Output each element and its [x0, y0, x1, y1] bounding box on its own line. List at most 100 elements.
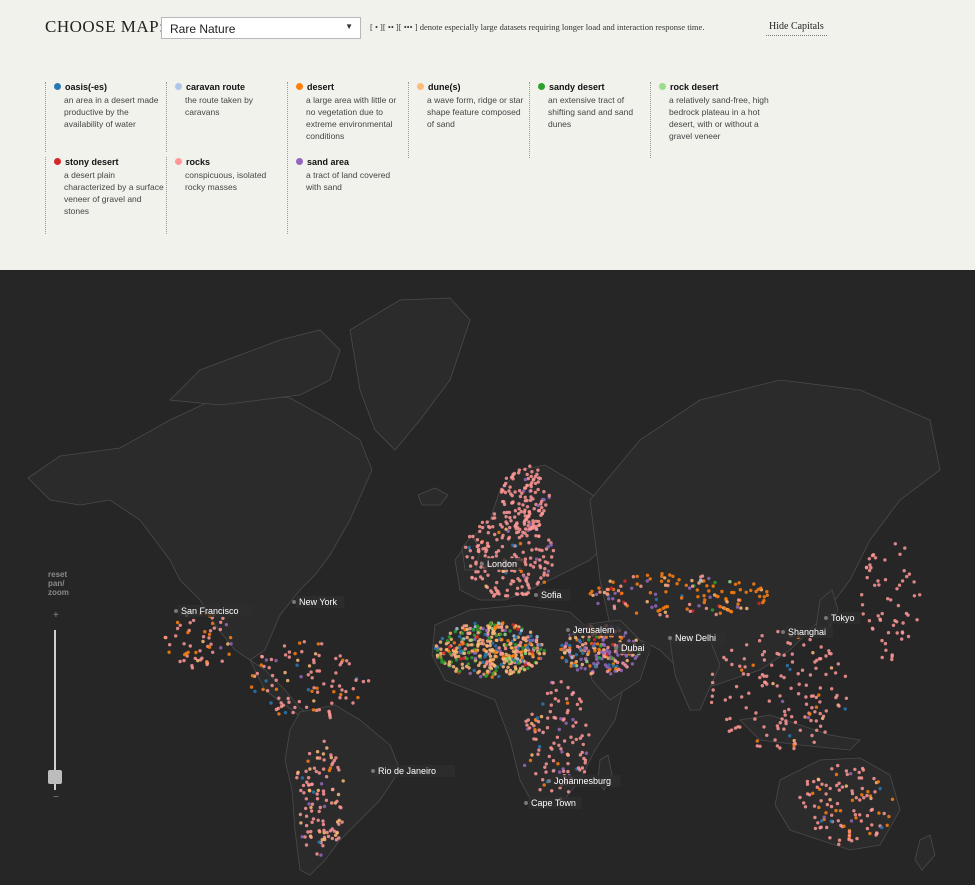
- europe-outline: [454, 464, 611, 601]
- map-point: [569, 664, 573, 668]
- map-point: [337, 818, 341, 822]
- zoom-out-button[interactable]: −: [53, 792, 59, 803]
- map-point: [175, 620, 180, 625]
- map-point: [310, 689, 314, 693]
- map-point: [561, 769, 566, 773]
- map-point: [702, 600, 706, 605]
- map-point: [620, 591, 624, 595]
- legend-item-dunes[interactable]: dune(s) a wave form, ridge or star shape…: [408, 82, 528, 158]
- hide-capitals-button[interactable]: Hide Capitals: [766, 21, 827, 36]
- map-point: [708, 595, 712, 599]
- map-point: [537, 523, 541, 528]
- map-point: [796, 692, 801, 696]
- map-point: [853, 767, 857, 772]
- map-point: [494, 644, 498, 648]
- legend-item-sand-area[interactable]: sand area a tract of land covered with s…: [287, 157, 407, 234]
- map-point: [526, 476, 530, 481]
- reset-pan-zoom-button[interactable]: reset pan/ zoom: [48, 570, 76, 597]
- map-point: [479, 540, 484, 545]
- map-point: [506, 665, 510, 669]
- map-point: [688, 609, 692, 613]
- map-point: [531, 653, 535, 657]
- map-point: [211, 650, 215, 654]
- map-point: [465, 627, 469, 632]
- map-point: [587, 638, 591, 642]
- map-point: [788, 642, 792, 646]
- zoom-slider-handle[interactable]: [48, 770, 62, 784]
- map-point: [297, 699, 301, 704]
- map-point: [519, 640, 523, 645]
- map-point: [315, 852, 319, 856]
- map-point: [782, 727, 786, 731]
- map-point: [325, 746, 329, 750]
- map-point: [805, 792, 810, 796]
- map-point: [339, 692, 343, 697]
- map-point: [477, 663, 481, 668]
- map-point: [898, 552, 902, 556]
- map-point: [677, 578, 681, 582]
- map-point: [504, 669, 509, 673]
- map-point: [718, 605, 723, 609]
- map-point: [457, 634, 462, 639]
- zoom-slider-track[interactable]: [54, 630, 56, 790]
- map-point: [548, 709, 552, 714]
- map-point: [527, 726, 532, 730]
- map-point: [310, 676, 314, 680]
- map-point: [740, 695, 744, 699]
- legend-item-rock-desert[interactable]: rock desert a relatively sand-free, high…: [650, 82, 770, 158]
- map-point: [847, 837, 851, 842]
- map-select-value: Rare Nature: [170, 22, 236, 36]
- legend-name: stony desert: [65, 157, 119, 167]
- map-point: [571, 691, 575, 695]
- map-point: [814, 695, 818, 700]
- map-point: [480, 577, 485, 581]
- map-point: [623, 602, 628, 606]
- legend-item-sandy-desert[interactable]: sandy desert an extensive tract of shift…: [529, 82, 649, 158]
- map-select[interactable]: Rare Nature ▼: [161, 17, 361, 39]
- map-point: [687, 602, 692, 607]
- map-point: [891, 623, 896, 627]
- legend-desc: a relatively sand-free, high bedrock pla…: [669, 95, 769, 141]
- map-point: [322, 682, 326, 686]
- map-point: [765, 590, 769, 594]
- legend-item-stony-desert[interactable]: stony desert a desert plain characterize…: [45, 157, 165, 234]
- legend-item-rocks[interactable]: rocks conspicuous, isolated rocky masses: [166, 157, 286, 234]
- map-point: [813, 826, 818, 831]
- map-point: [860, 603, 865, 607]
- map-point: [525, 723, 529, 727]
- map-point: [634, 611, 639, 615]
- map-point: [571, 724, 575, 728]
- map-point: [467, 650, 471, 655]
- legend-item-caravan-route[interactable]: caravan route the route taken by caravan…: [166, 82, 286, 152]
- zoom-control: reset pan/ zoom + −: [48, 570, 76, 803]
- map-point: [592, 644, 596, 648]
- world-map[interactable]: London Sofia San Francisco New York Jerusale…: [0, 270, 975, 885]
- map-point: [340, 688, 344, 692]
- map-point: [882, 811, 886, 816]
- map-point: [298, 641, 302, 645]
- map-point: [191, 618, 196, 623]
- map-point: [485, 520, 489, 524]
- map-point: [530, 470, 534, 474]
- map-point: [310, 820, 314, 824]
- map-point: [829, 819, 833, 823]
- legend-item-desert[interactable]: desert a large area with little or no ve…: [287, 82, 407, 158]
- map-point: [316, 642, 320, 646]
- map-point: [878, 786, 882, 791]
- map-point: [201, 639, 205, 644]
- map-point: [269, 701, 273, 705]
- legend-item-oasis[interactable]: oasis(-es) an area in a desert made prod…: [45, 82, 165, 152]
- map-point: [858, 798, 862, 802]
- map-point: [505, 588, 509, 592]
- map-point: [322, 831, 326, 835]
- map-point: [504, 476, 509, 480]
- map-point: [520, 585, 524, 589]
- map-point: [540, 512, 545, 516]
- map-point: [291, 710, 295, 715]
- map-point: [805, 779, 810, 784]
- map-point: [545, 573, 550, 577]
- zoom-in-button[interactable]: +: [53, 610, 59, 621]
- map-point: [444, 642, 449, 646]
- map-canvas[interactable]: London Sofia San Francisco New York Jerusale…: [0, 270, 975, 885]
- map-point: [459, 657, 463, 661]
